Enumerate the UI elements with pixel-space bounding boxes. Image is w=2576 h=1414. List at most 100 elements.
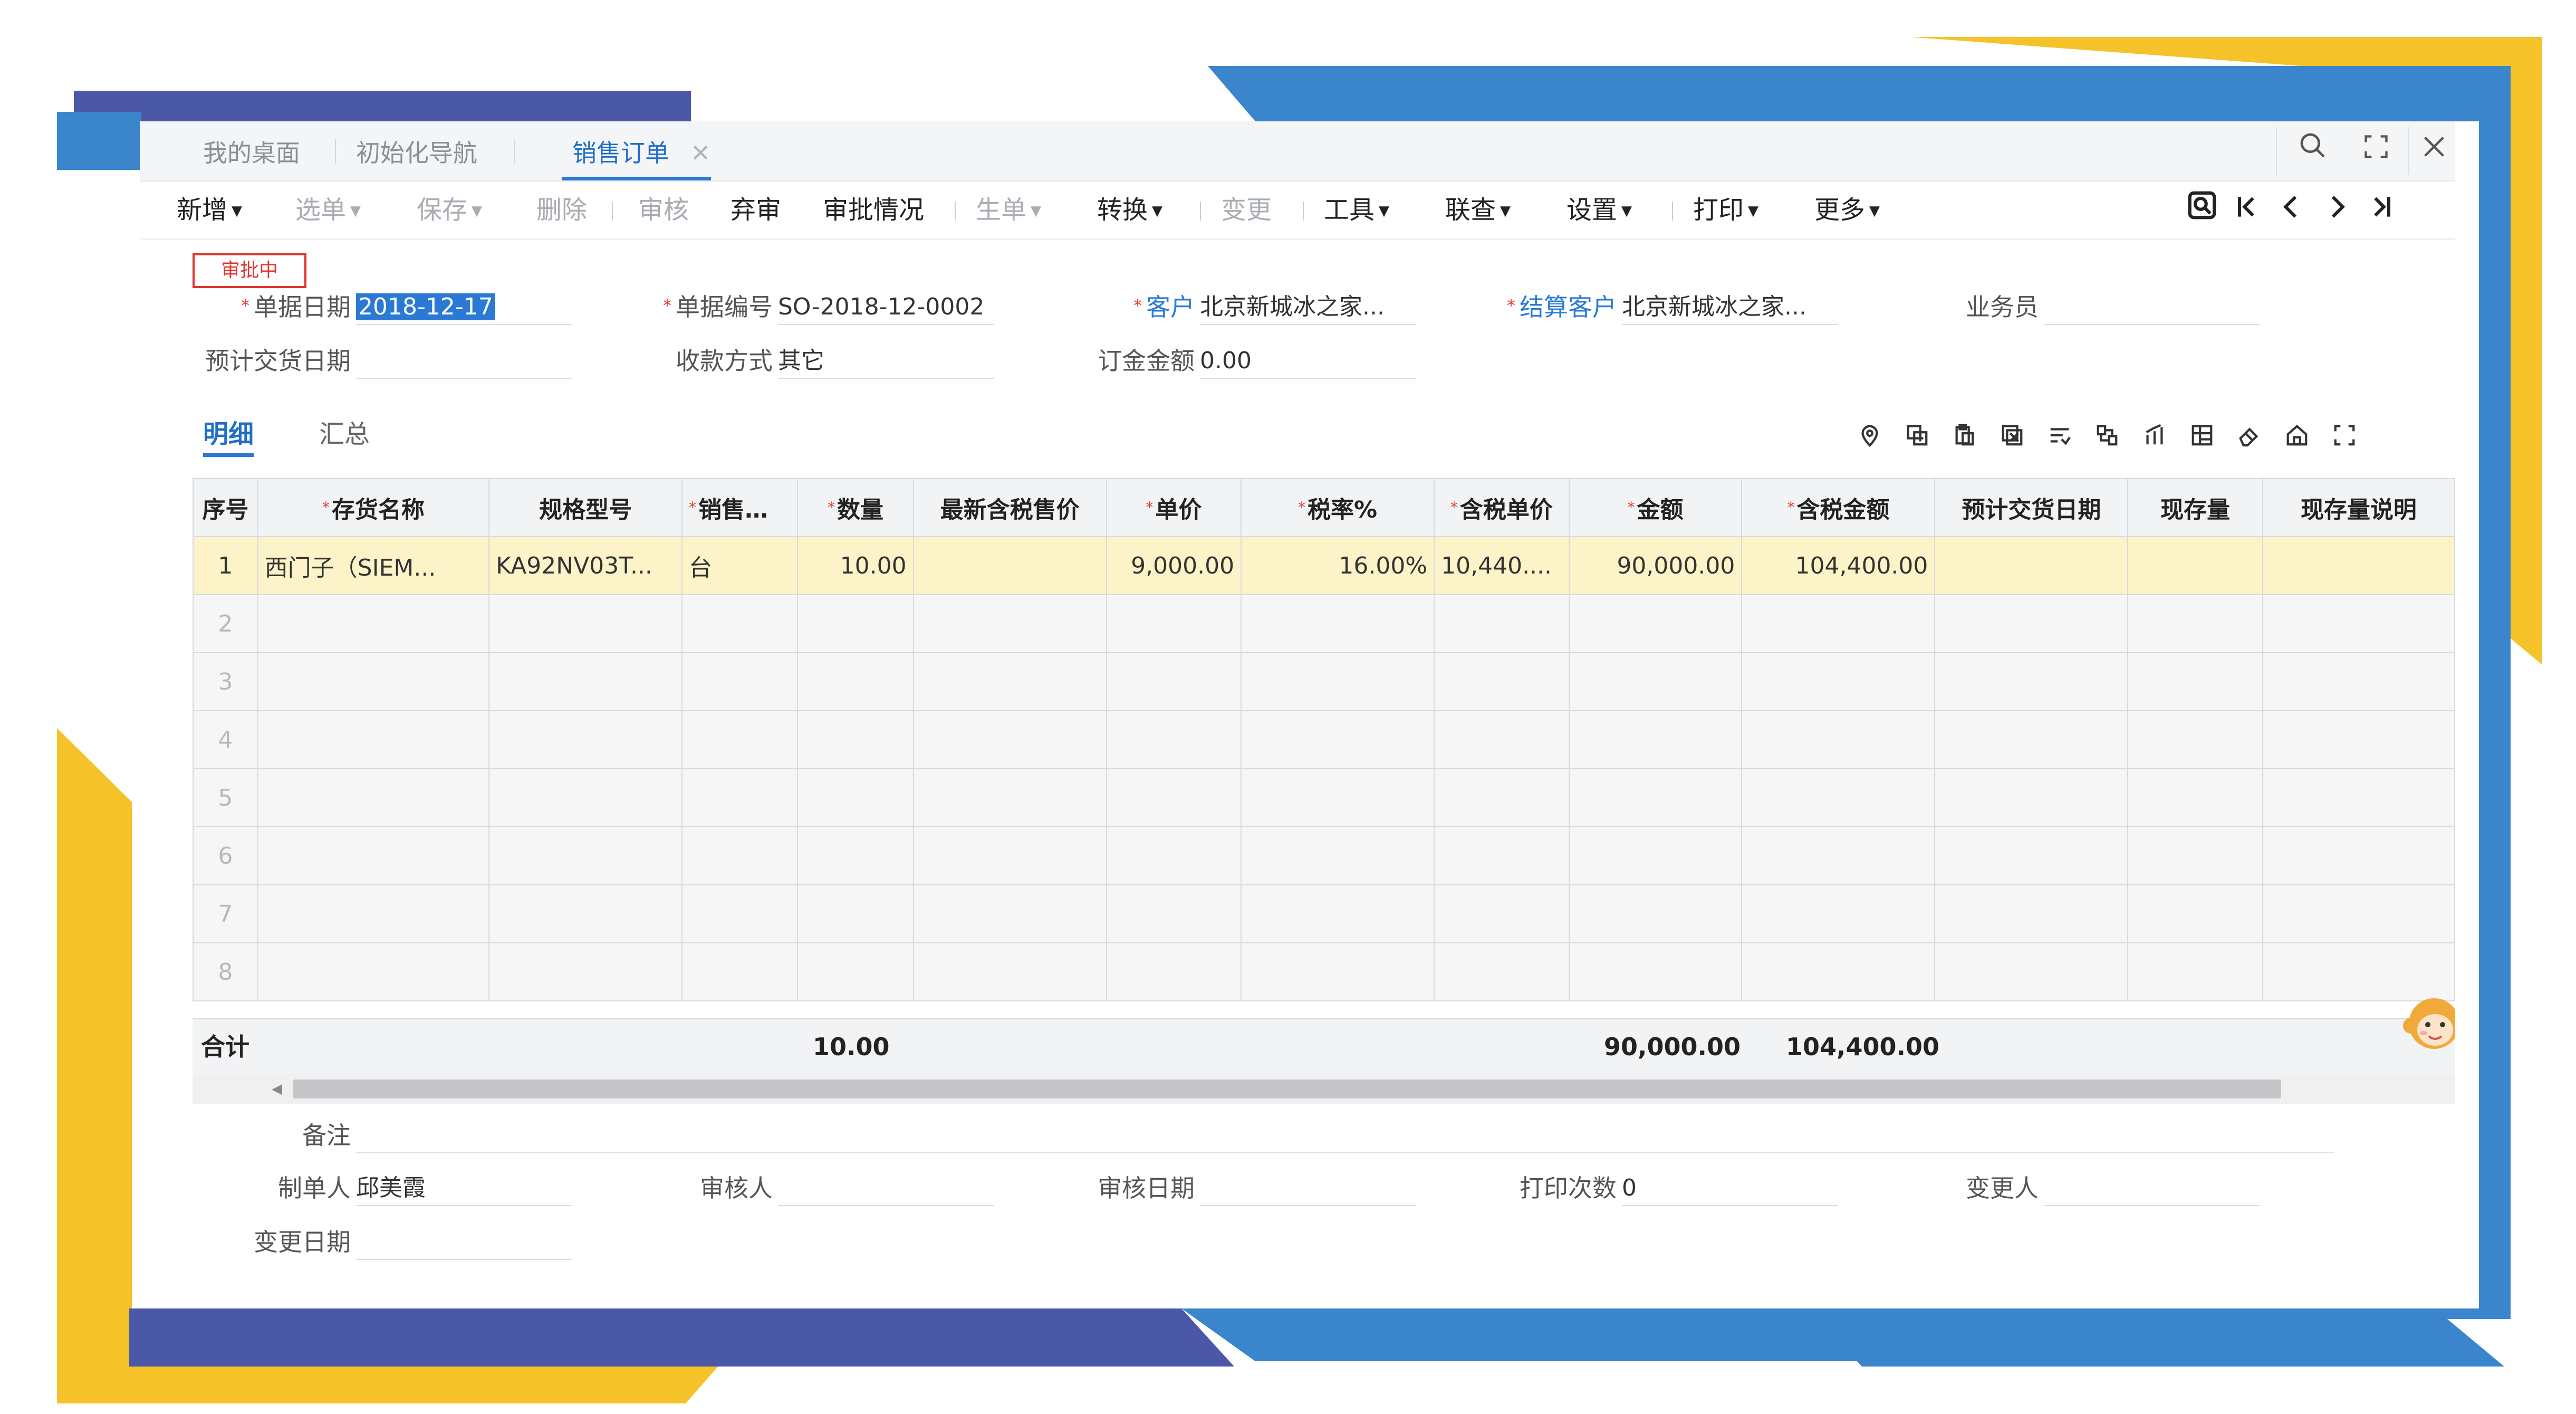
table-cell[interactable] — [797, 710, 914, 769]
tab-detail[interactable]: 明细 — [203, 412, 254, 457]
column-header[interactable]: 最新含税售价 — [912, 478, 1107, 537]
location-icon[interactable] — [1851, 420, 1888, 457]
table-cell[interactable] — [797, 652, 914, 711]
table-cell[interactable] — [912, 826, 1107, 885]
table-cell[interactable] — [1741, 884, 1936, 943]
table-cell[interactable] — [1106, 652, 1242, 711]
table-cell[interactable] — [1741, 594, 1936, 653]
scroll-left-icon[interactable]: ◀ — [272, 1074, 282, 1104]
home-icon[interactable] — [2279, 420, 2315, 457]
table-cell[interactable]: 90,000.00 — [1568, 536, 1743, 595]
abandon-audit-button[interactable]: 弃审 — [730, 181, 781, 238]
table-cell[interactable] — [1434, 652, 1570, 711]
settings-button[interactable]: 设置 ▼ — [1566, 181, 1632, 238]
customer-field[interactable]: 北京新城冰之家... — [1200, 290, 1416, 325]
table-cell[interactable] — [488, 768, 683, 827]
print-button[interactable]: 打印 ▼ — [1693, 181, 1758, 238]
table-cell[interactable] — [1434, 710, 1570, 769]
close-icon[interactable]: ✕ — [690, 139, 711, 167]
column-header[interactable]: *含税金额 — [1741, 478, 1936, 537]
table-cell[interactable] — [2262, 652, 2455, 711]
doc-date-field[interactable]: 2018-12-17 — [356, 290, 572, 325]
fullscreen-icon[interactable] — [2326, 420, 2363, 457]
table-cell[interactable] — [1934, 768, 2129, 827]
table-cell[interactable] — [2127, 942, 2263, 1001]
table-cell[interactable] — [2262, 826, 2455, 885]
table-cell[interactable] — [2127, 536, 2263, 595]
table-cell[interactable] — [1741, 768, 1936, 827]
table-cell[interactable] — [1241, 710, 1435, 769]
copy-row-icon[interactable] — [1899, 420, 1936, 457]
table-icon[interactable] — [2184, 420, 2221, 457]
search-icon[interactable] — [2292, 130, 2334, 172]
table-cell[interactable] — [257, 594, 490, 653]
table-cell[interactable]: KA92NV03T... — [488, 536, 683, 595]
table-cell[interactable] — [1106, 594, 1242, 653]
audit-button[interactable]: 审核 — [638, 181, 689, 238]
table-cell[interactable] — [1434, 884, 1570, 943]
settle-customer-label[interactable]: * 结算客户 — [1458, 290, 1617, 324]
table-cell[interactable] — [912, 594, 1107, 653]
split-icon[interactable] — [2089, 420, 2126, 457]
table-cell[interactable] — [797, 884, 914, 943]
column-header[interactable]: *单价 — [1106, 478, 1242, 537]
table-cell[interactable] — [1568, 594, 1743, 653]
customer-label[interactable]: * 客户 — [1036, 290, 1195, 324]
table-cell[interactable] — [912, 652, 1107, 711]
delivery-date-field[interactable] — [356, 344, 572, 379]
approval-status-button[interactable]: 审批情况 — [823, 181, 924, 238]
table-cell[interactable] — [1568, 826, 1743, 885]
table-cell[interactable] — [1568, 942, 1743, 1001]
next-icon[interactable] — [2315, 186, 2358, 234]
delete-row-icon[interactable] — [1994, 420, 2031, 457]
table-cell[interactable] — [912, 942, 1107, 1001]
tab-summary[interactable]: 汇总 — [319, 412, 370, 457]
tab-sales-order[interactable]: 销售订单 ✕ — [562, 121, 711, 180]
last-icon[interactable] — [2360, 186, 2402, 234]
table-cell[interactable]: 10,440.... — [1434, 536, 1570, 595]
salesman-field[interactable] — [2044, 290, 2260, 325]
table-cell[interactable]: 台 — [681, 536, 799, 595]
table-cell[interactable] — [2127, 768, 2263, 827]
table-cell[interactable] — [1568, 652, 1743, 711]
table-cell[interactable] — [1934, 942, 2129, 1001]
table-cell[interactable] — [1241, 652, 1435, 711]
table-cell[interactable] — [797, 826, 914, 885]
table-row[interactable]: 7 — [193, 884, 2455, 943]
table-cell[interactable] — [797, 594, 914, 653]
table-cell[interactable] — [488, 594, 683, 653]
table-row[interactable]: 3 — [193, 652, 2455, 711]
table-cell[interactable]: 10.00 — [797, 536, 914, 595]
table-cell[interactable] — [257, 710, 490, 769]
table-cell[interactable] — [1241, 942, 1435, 1001]
table-cell[interactable] — [2262, 536, 2455, 595]
table-cell[interactable] — [681, 826, 799, 885]
table-cell[interactable] — [1106, 710, 1242, 769]
save-button[interactable]: 保存 ▼ — [417, 181, 482, 238]
table-cell[interactable] — [681, 942, 799, 1001]
table-cell[interactable] — [1434, 768, 1570, 827]
table-cell[interactable] — [1934, 884, 2129, 943]
table-cell[interactable] — [1106, 826, 1242, 885]
more-button[interactable]: 更多 ▼ — [1814, 181, 1880, 238]
table-cell[interactable] — [1741, 942, 1936, 1001]
table-cell[interactable]: 104,400.00 — [1741, 536, 1936, 595]
table-cell[interactable] — [797, 942, 914, 1001]
table-cell[interactable] — [1106, 884, 1242, 943]
table-cell[interactable] — [257, 942, 490, 1001]
column-header[interactable]: *含税单价 — [1434, 478, 1570, 537]
table-cell[interactable] — [681, 884, 799, 943]
horizontal-scrollbar[interactable]: ◀ — [193, 1074, 2455, 1104]
table-cell[interactable] — [681, 768, 799, 827]
deposit-field[interactable]: 0.00 — [1200, 344, 1416, 379]
tools-button[interactable]: 工具 ▼ — [1324, 181, 1389, 238]
table-cell[interactable] — [2127, 594, 2263, 653]
column-header[interactable]: 现存量 — [2127, 478, 2263, 537]
column-header[interactable]: 现存量说明 — [2262, 478, 2455, 537]
table-cell[interactable] — [1741, 826, 1936, 885]
scrollbar-thumb[interactable] — [293, 1079, 2281, 1098]
table-cell[interactable] — [488, 942, 683, 1001]
table-cell[interactable] — [1934, 536, 2129, 595]
eraser-icon[interactable] — [2231, 420, 2268, 457]
new-button[interactable]: 新增 ▼ — [177, 181, 242, 238]
